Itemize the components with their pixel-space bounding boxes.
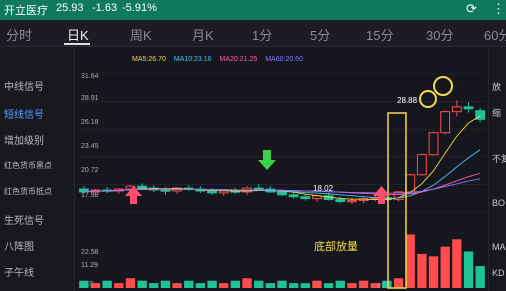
- low-price-label: 18.02: [313, 184, 334, 193]
- volume-bar: [300, 283, 310, 288]
- volume-bar: [277, 280, 287, 288]
- candle-body: [347, 200, 357, 203]
- volume-bar: [79, 280, 89, 288]
- volume-bar: [428, 256, 439, 288]
- volume-bar: [242, 278, 252, 288]
- volume-bar: [90, 283, 101, 288]
- volume-bar: [184, 280, 194, 288]
- candle-body: [253, 187, 264, 190]
- candle-body: [218, 190, 229, 194]
- candle-body: [428, 132, 439, 156]
- volume-bar: [347, 283, 357, 288]
- candle-body: [137, 185, 148, 189]
- volume-series: [79, 234, 485, 288]
- candle-body: [405, 174, 416, 193]
- date-label: 07: [377, 283, 385, 290]
- volume-bar: [288, 283, 299, 288]
- candle-body: [300, 196, 311, 200]
- candle-body: [288, 194, 299, 198]
- volume-bar: [230, 280, 241, 288]
- candle-body: [335, 199, 346, 202]
- sell-arrow-icon: [258, 150, 276, 170]
- volume-bar: [405, 234, 415, 288]
- kline-chart[interactable]: [0, 0, 506, 291]
- candle-body: [451, 106, 462, 113]
- volume-bar: [335, 280, 345, 288]
- candle-body: [277, 191, 287, 196]
- volume-bar: [102, 280, 112, 288]
- volume-bar: [195, 283, 206, 288]
- peak-price-label: 28.88: [397, 96, 418, 105]
- candle-body: [207, 190, 217, 194]
- volume-bar: [149, 283, 159, 288]
- volume-bar: [452, 239, 462, 288]
- volume-bar: [137, 280, 147, 288]
- volume-bar: [172, 283, 182, 288]
- volume-bar: [393, 278, 404, 288]
- candlestick-series: [78, 100, 486, 205]
- volume-bar: [125, 278, 136, 288]
- volume-bar: [463, 251, 474, 288]
- bottom-volume-annotation: 底部放量: [314, 241, 358, 253]
- peak-circle-b: [419, 90, 437, 108]
- volume-bar: [219, 283, 229, 288]
- volume-bar: [417, 253, 427, 288]
- volume-bar: [254, 280, 264, 288]
- volume-bar: [440, 246, 450, 288]
- volume-bar: [358, 280, 369, 288]
- volume-bar: [323, 283, 334, 288]
- volume-bar: [160, 280, 171, 288]
- volume-bar: [265, 283, 276, 288]
- volume-bar: [114, 283, 124, 288]
- candle-body: [440, 111, 451, 134]
- peak-circle-a: [433, 76, 453, 96]
- volume-bar: [475, 266, 485, 288]
- volume-bar: [207, 280, 217, 288]
- candle-body: [160, 189, 171, 192]
- volume-highlight-box: [387, 112, 407, 289]
- candle-body: [416, 154, 427, 176]
- candle-body: [463, 106, 474, 110]
- volume-bar: [312, 280, 322, 288]
